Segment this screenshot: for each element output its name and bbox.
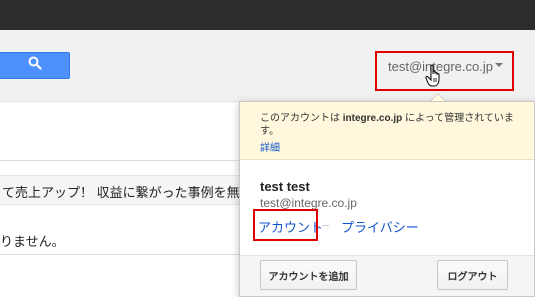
top-bar [0,0,535,30]
add-account-button[interactable]: アカウントを追加 [260,260,357,290]
divider [0,160,240,161]
search-icon [28,56,42,75]
account-link-highlight [253,209,318,241]
user-email: test@integre.co.jp [260,196,357,210]
link-separator: – [322,217,330,232]
logout-button[interactable]: ログアウト [437,260,508,290]
list-item-text[interactable]: て売上アップ！ 収益に繋がった事例を無 [2,182,240,201]
user-name: test test [260,179,310,194]
chevron-down-icon[interactable] [495,63,503,67]
details-link[interactable]: 詳細 [260,139,280,154]
notice-domain: integre.co.jp [342,113,403,124]
hand-pointer-icon [425,64,445,93]
list-item-text: りません。 [0,234,65,249]
popup-arrow-inner [431,94,445,101]
notice-prefix: このアカウントは [260,113,343,124]
privacy-link[interactable]: プライバシー [341,217,419,236]
divider [0,254,240,255]
managed-account-message: このアカウントは integre.co.jp によって管理されています。 [260,112,520,138]
search-button[interactable] [0,52,70,79]
